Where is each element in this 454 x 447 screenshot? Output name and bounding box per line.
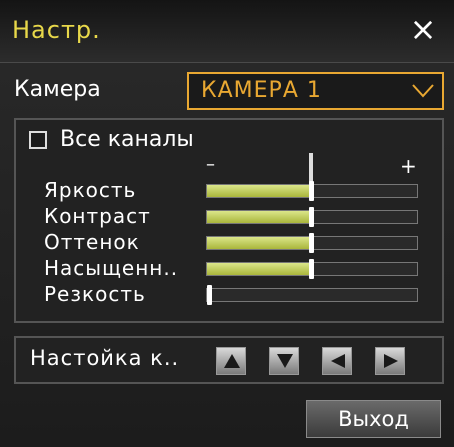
camera-select-value: КАМЕРА 1 [201,78,322,103]
contrast-label: Контраст [44,204,151,228]
right-button[interactable] [375,347,405,375]
slider-fill [207,237,312,249]
slider-handle[interactable] [309,259,314,279]
title-bar: Настр. × [0,0,454,63]
exit-button[interactable]: Выход [306,400,441,438]
brightness-label: Яркость [44,178,137,202]
camera-control-panel: Настойка к.. [14,336,444,384]
all-channels-label: Все каналы [60,127,194,152]
sharpness-slider[interactable] [206,285,418,305]
chevron-down-icon [412,84,434,98]
up-arrow-icon [224,354,240,368]
slider-handle[interactable] [309,207,314,227]
slider-fill [207,211,312,223]
close-icon[interactable]: × [406,12,440,46]
scale-minus-label: – [206,154,215,175]
slider-handle[interactable] [207,285,212,305]
saturation-label: Насыщенн.. [44,256,179,280]
image-settings-panel: Все каналы – + Яркость Контраст Оттенок … [14,118,444,323]
all-channels-checkbox[interactable] [29,131,47,149]
settings-window: Настр. × Камера КАМЕРА 1 Все каналы – + … [0,0,454,447]
slider-fill [207,185,312,197]
sharpness-label: Резкость [44,282,146,306]
left-button[interactable] [322,347,352,375]
saturation-slider[interactable] [206,259,418,279]
left-arrow-icon [331,354,345,368]
right-arrow-icon [384,354,398,368]
down-button[interactable] [269,347,299,375]
hue-slider[interactable] [206,233,418,253]
scale-center-mark [309,153,313,183]
camera-select[interactable]: КАМЕРА 1 [187,72,444,110]
brightness-slider[interactable] [206,181,418,201]
up-button[interactable] [216,347,246,375]
scale-plus-label: + [400,154,417,178]
slider-handle[interactable] [309,233,314,253]
slider-handle[interactable] [309,181,314,201]
contrast-slider[interactable] [206,207,418,227]
down-arrow-icon [277,354,293,368]
camera-label: Камера [14,77,101,102]
camera-adjust-label: Настойка к.. [30,346,180,370]
slider-fill [207,263,312,275]
window-title: Настр. [12,16,101,44]
hue-label: Оттенок [44,230,140,254]
